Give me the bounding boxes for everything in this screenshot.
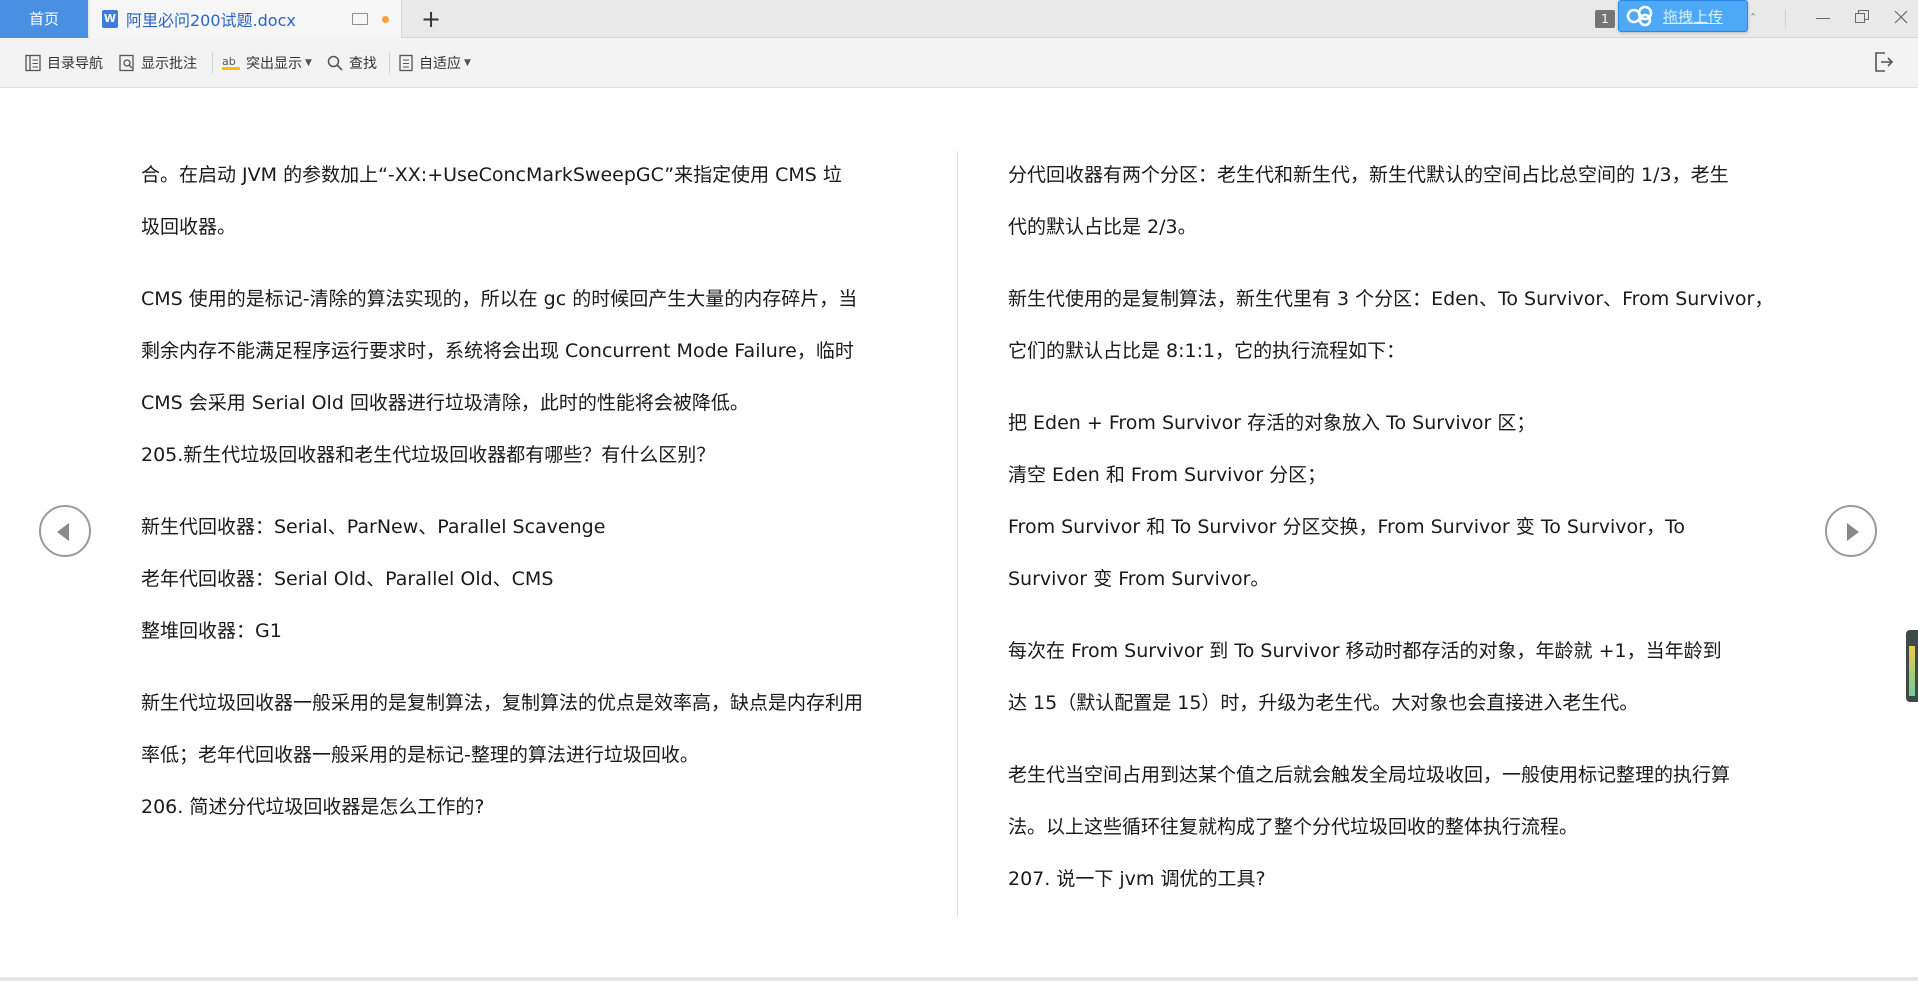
toolbar-divider [389, 52, 390, 74]
fit-page-icon [399, 54, 413, 72]
tab-home[interactable]: 首页 [0, 0, 88, 38]
level-meter-icon [1909, 646, 1915, 696]
toc-label: 目录导航 [47, 56, 103, 72]
paragraph-line: 把 Eden + From Survivor 存活的对象放入 To Surviv… [1008, 412, 1536, 434]
paragraph-line: 新生代回收器：Serial、ParNew、Parallel Scavenge [141, 516, 606, 538]
comments-icon [119, 54, 134, 72]
highlight-label: 突出显示 [246, 56, 302, 72]
paragraph-line: 每次在 From Survivor 到 To Survivor 移动时都存活的对… [1008, 640, 1722, 662]
restore-icon[interactable] [1855, 10, 1869, 23]
paragraph-line: 老生代当空间占用到达某个值之后就会触发全局垃圾收回，一般使用标记整理的执行算 [1008, 764, 1731, 786]
page-count-badge: 1 [1595, 10, 1615, 28]
unsaved-dot-icon [382, 15, 389, 23]
paragraph-line: 代的默认占比是 2/3。 [1008, 216, 1197, 238]
fit-mode-label: 自适应 [419, 56, 461, 72]
bottom-border [0, 977, 1918, 981]
paragraph-line: From Survivor 和 To Survivor 分区交换，From Su… [1008, 516, 1685, 538]
minimize-icon[interactable] [1816, 18, 1830, 19]
find-button[interactable]: 查找 [326, 38, 377, 88]
chevron-right-icon [1847, 523, 1859, 541]
highlight-button[interactable]: ab 突出显示 ▼ [221, 38, 312, 88]
close-icon[interactable] [1892, 8, 1910, 26]
chevron-down-icon: ▼ [305, 58, 312, 68]
svg-text:ab: ab [222, 55, 236, 68]
question-heading: 207. 说一下 jvm 调优的工具? [1008, 868, 1266, 890]
show-comments-button[interactable]: 显示批注 [118, 38, 197, 88]
paragraph-line: 率低；老年代回收器一般采用的是标记-整理的算法进行垃圾回收。 [141, 744, 699, 766]
show-comments-label: 显示批注 [141, 56, 197, 72]
toc-icon [25, 54, 41, 72]
previous-page-button[interactable] [39, 505, 91, 557]
paragraph-line: 新生代垃圾回收器一般采用的是复制算法，复制算法的优点是效率高，缺点是内存利用 [141, 692, 864, 714]
paragraph-line: CMS 使用的是标记-清除的算法实现的，所以在 gc 的时候回产生大量的内存碎片… [141, 288, 858, 310]
toolbar-divider [212, 52, 213, 74]
chevron-down-icon: ▼ [464, 58, 471, 68]
side-widget[interactable] [1906, 630, 1918, 702]
new-tab-button[interactable]: + [418, 4, 444, 34]
search-icon [327, 55, 343, 71]
paragraph-line: 它们的默认占比是 8:1:1，它的执行流程如下： [1008, 340, 1406, 362]
upload-button-label: 拖拽上传 [1663, 7, 1724, 26]
tab-document-label: 阿里必问200试题.docx [126, 11, 296, 30]
paragraph-line: 合。在启动 JVM 的参数加上“-XX:+UseConcMarkSweepGC”… [141, 164, 842, 186]
window-controls-divider [1785, 10, 1786, 28]
paragraph-line: 分代回收器有两个分区：老生代和新生代，新生代默认的空间占比总空间的 1/3，老生 [1008, 164, 1729, 186]
next-page-button[interactable] [1825, 505, 1877, 557]
chevron-up-icon[interactable]: ˆ [1750, 12, 1756, 26]
page-divider [957, 151, 958, 918]
highlight-icon: ab [222, 55, 240, 70]
question-heading: 206. 简述分代垃圾回收器是怎么工作的? [141, 796, 485, 818]
paragraph-line: 达 15（默认配置是 15）时，升级为老生代。大对象也会直接进入老生代。 [1008, 692, 1639, 714]
upload-button[interactable]: 拖拽上传 [1618, 0, 1748, 32]
reading-toolbar: 目录导航 显示批注 ab 突出显示 ▼ 查找 自适应 ▼ [0, 38, 1918, 88]
paragraph-line: 整堆回收器：G1 [141, 620, 282, 642]
paragraph-line: 法。以上这些循环往复就构成了整个分代垃圾回收的整体执行流程。 [1008, 816, 1579, 838]
paragraph-line: 老年代回收器：Serial Old、Parallel Old、CMS [141, 568, 554, 590]
paragraph-line: 新生代使用的是复制算法，新生代里有 3 个分区：Eden、To Survivor… [1008, 288, 1774, 310]
title-bar: 首页 W 阿里必问200试题.docx + 1 拖拽上传 ˆ [0, 0, 1918, 38]
document-view[interactable]: 合。在启动 JVM 的参数加上“-XX:+UseConcMarkSweepGC”… [0, 89, 1918, 977]
monitor-icon[interactable] [352, 13, 368, 25]
question-heading: 205.新生代垃圾回收器和老生代垃圾回收器都有哪些？有什么区别？ [141, 444, 716, 466]
find-label: 查找 [349, 56, 377, 72]
paragraph-line: 剩余内存不能满足程序运行要求时，系统将会出现 Concurrent Mode F… [141, 340, 854, 362]
chevron-left-icon [57, 523, 69, 541]
tab-document[interactable]: W 阿里必问200试题.docx [90, 0, 402, 38]
fit-mode-button[interactable]: 自适应 ▼ [398, 38, 471, 88]
paragraph-line: Survivor 变 From Survivor。 [1008, 568, 1270, 590]
cloud-icon [1626, 5, 1653, 27]
paragraph-line: 清空 Eden 和 From Survivor 分区； [1008, 464, 1327, 486]
paragraph-line: CMS 会采用 Serial Old 回收器进行垃圾清除，此时的性能将会被降低。 [141, 392, 749, 414]
exit-icon[interactable] [1872, 50, 1894, 74]
word-doc-icon: W [102, 10, 118, 28]
paragraph-line: 圾回收器。 [141, 216, 237, 238]
toc-button[interactable]: 目录导航 [24, 38, 103, 88]
